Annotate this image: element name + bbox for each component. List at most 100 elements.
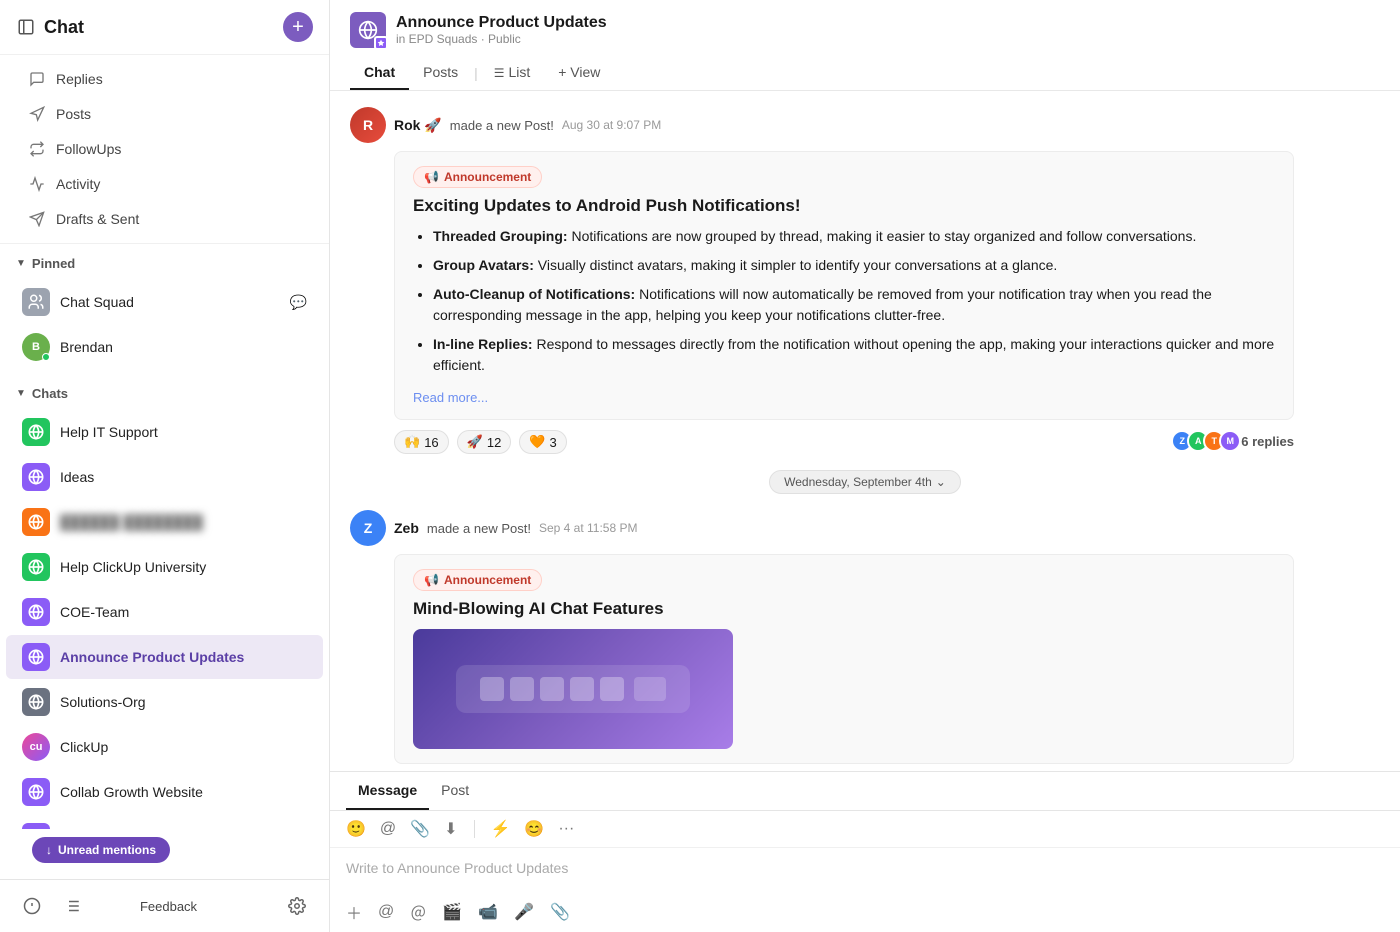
- composer-placeholder: Write to Announce Product Updates: [346, 860, 568, 876]
- unread-mentions-container: ↓ Unread mentions: [0, 829, 329, 879]
- announce-avatar: [22, 643, 50, 671]
- sidebar-item-ideas[interactable]: Ideas: [6, 455, 323, 499]
- sidebar-item-chat-squad[interactable]: Chat Squad 💬: [6, 280, 323, 324]
- solutions-org-avatar: [22, 688, 50, 716]
- sidebar-item-coe-team[interactable]: COE-Team: [6, 590, 323, 634]
- composer-tabs: Message Post: [330, 772, 1400, 811]
- sidebar-item-replies[interactable]: Replies: [8, 62, 321, 96]
- action-giphy-icon[interactable]: 🎬: [442, 902, 462, 922]
- sidebar-item-activity[interactable]: Activity: [8, 167, 321, 201]
- unread-mentions-button[interactable]: ↓ Unread mentions: [32, 837, 170, 863]
- bullet-1: Threaded Grouping: Notifications are now…: [433, 226, 1275, 247]
- blurred-name: ██████ ████████: [60, 514, 307, 530]
- announce-name: Announce Product Updates: [60, 649, 307, 665]
- toolbar-emoji-plus-icon[interactable]: 😊: [524, 819, 544, 839]
- help-it-name: Help IT Support: [60, 424, 307, 440]
- sidebar-item-blurred[interactable]: ██████ ████████: [6, 500, 323, 544]
- tab-chat[interactable]: Chat: [350, 56, 409, 90]
- zeb-time: Sep 4 at 11:58 PM: [539, 521, 638, 535]
- rok-action: made a new Post!: [450, 118, 554, 133]
- brendan-avatar-text: B: [32, 341, 40, 353]
- read-more-link[interactable]: Read more...: [413, 390, 488, 405]
- composer-tab-message[interactable]: Message: [346, 772, 429, 810]
- chat-squad-badge: 💬: [290, 294, 307, 311]
- toolbar-download-icon[interactable]: ⬇: [444, 819, 457, 839]
- chats-section-header[interactable]: ▼ Chats: [0, 378, 329, 409]
- sidebar-item-posts[interactable]: Posts: [8, 97, 321, 131]
- composer-actions: ＋ @ ＠ 🎬 📹 🎤 📎: [330, 892, 1400, 932]
- sidebar-item-drafts[interactable]: Drafts & Sent: [8, 202, 321, 236]
- followups-icon: [28, 140, 46, 158]
- sidebar-item-help-it[interactable]: Help IT Support: [6, 410, 323, 454]
- zeb-action: made a new Post!: [427, 521, 531, 536]
- composer-input-area[interactable]: Write to Announce Product Updates: [330, 848, 1400, 892]
- rok-avatar: R: [350, 107, 386, 143]
- reactions-row-1: 🙌 16 🚀 12 🧡 3: [394, 430, 567, 454]
- rok-author: Rok 🚀: [394, 117, 442, 134]
- action-paperclip-icon[interactable]: 📎: [550, 902, 570, 922]
- channel-tabs: Chat Posts | ☰ List + View: [350, 56, 1380, 90]
- add-chat-button[interactable]: +: [283, 12, 313, 42]
- pinned-section-header[interactable]: ▼ Pinned: [0, 248, 329, 279]
- tab-posts[interactable]: Posts: [409, 56, 472, 90]
- chat-squad-name: Chat Squad: [60, 294, 280, 310]
- coe-team-avatar: [22, 598, 50, 626]
- sidebar-item-followups[interactable]: FollowUps: [8, 132, 321, 166]
- solutions-org-name: Solutions-Org: [60, 694, 307, 710]
- sidebar-item-announce[interactable]: Announce Product Updates: [6, 635, 323, 679]
- sidebar-item-help-clickup[interactable]: Help ClickUp University: [6, 545, 323, 589]
- post-card-1: 📢 Announcement Exciting Updates to Andro…: [394, 151, 1294, 420]
- footer-gear-button[interactable]: [281, 890, 313, 922]
- action-mic-icon[interactable]: 🎤: [514, 902, 534, 922]
- toolbar-attachment-icon[interactable]: 📎: [410, 819, 430, 839]
- pinned-label: Pinned: [32, 256, 75, 271]
- reaction-2[interactable]: 🚀 12: [457, 430, 512, 454]
- main-content: Announce Product Updates in EPD Squads ·…: [330, 0, 1400, 932]
- chats-section: ▼ Chats Help IT Support Ideas ██████ ███…: [0, 374, 329, 829]
- sidebar-title-text: Chat: [44, 17, 84, 38]
- sidebar: Chat + Replies Posts FollowUps Ac: [0, 0, 330, 932]
- channel-avatar: [350, 12, 386, 48]
- reaction-1[interactable]: 🙌 16: [394, 430, 449, 454]
- post-card-2: 📢 Announcement Mind-Blowing AI Chat Feat…: [394, 554, 1294, 764]
- collab-growth-avatar: [22, 778, 50, 806]
- toolbar-lightning-icon[interactable]: ⚡: [491, 819, 511, 839]
- replies-count-1[interactable]: 6 replies: [1241, 434, 1294, 449]
- footer-info-button[interactable]: [16, 890, 48, 922]
- posts-icon: [28, 105, 46, 123]
- reaction-3[interactable]: 🧡 3: [519, 430, 566, 454]
- sidebar-item-brendan[interactable]: B Brendan: [6, 325, 323, 369]
- composer-tab-post[interactable]: Post: [429, 772, 481, 810]
- toolbar-more-icon[interactable]: ···: [558, 820, 574, 838]
- tab-view[interactable]: + View: [544, 56, 614, 90]
- chats-label: Chats: [32, 386, 68, 401]
- action-at-icon[interactable]: @: [378, 903, 394, 921]
- footer-list-button[interactable]: [56, 890, 88, 922]
- announcement-badge-2: 📢 Announcement: [413, 569, 542, 591]
- composer: Message Post 🙂 @ 📎 ⬇ ⚡ 😊 ··· Write to An…: [330, 771, 1400, 932]
- footer-feedback-button[interactable]: Feedback: [128, 893, 209, 920]
- chat-squad-avatar: [22, 288, 50, 316]
- sidebar-item-solutions-org[interactable]: Solutions-Org: [6, 680, 323, 724]
- ideas-name: Ideas: [60, 469, 307, 485]
- channel-avatar-badge: [374, 36, 388, 50]
- action-mention-icon[interactable]: ＠: [410, 900, 426, 924]
- sidebar-item-collab-growth[interactable]: Collab Growth Website: [6, 770, 323, 814]
- sidebar-item-collab-gtm[interactable]: Collab GTM & Product: [6, 815, 323, 829]
- replies-row-1: Z A T M 6 replies: [1171, 430, 1294, 452]
- toolbar-at-icon[interactable]: @: [380, 820, 396, 838]
- tab-list[interactable]: ☰ List: [480, 56, 544, 90]
- bullet-3: Auto-Cleanup of Notifications: Notificat…: [433, 284, 1275, 326]
- message-content-1: 📢 Announcement Exciting Updates to Andro…: [394, 151, 1380, 454]
- pinned-section: ▼ Pinned Chat Squad 💬 B Brendan: [0, 244, 329, 374]
- post-image: [413, 629, 733, 749]
- action-video-icon[interactable]: 📹: [478, 902, 498, 922]
- help-clickup-avatar: [22, 553, 50, 581]
- sidebar-item-clickup[interactable]: cu ClickUp: [6, 725, 323, 769]
- toolbar-smile-icon[interactable]: 🙂: [346, 819, 366, 839]
- help-clickup-name: Help ClickUp University: [60, 559, 307, 575]
- activity-icon: [28, 175, 46, 193]
- date-chip[interactable]: Wednesday, September 4th ⌄: [769, 470, 961, 494]
- action-plus-icon[interactable]: ＋: [346, 900, 362, 924]
- composer-toolbar: 🙂 @ 📎 ⬇ ⚡ 😊 ···: [330, 811, 1400, 848]
